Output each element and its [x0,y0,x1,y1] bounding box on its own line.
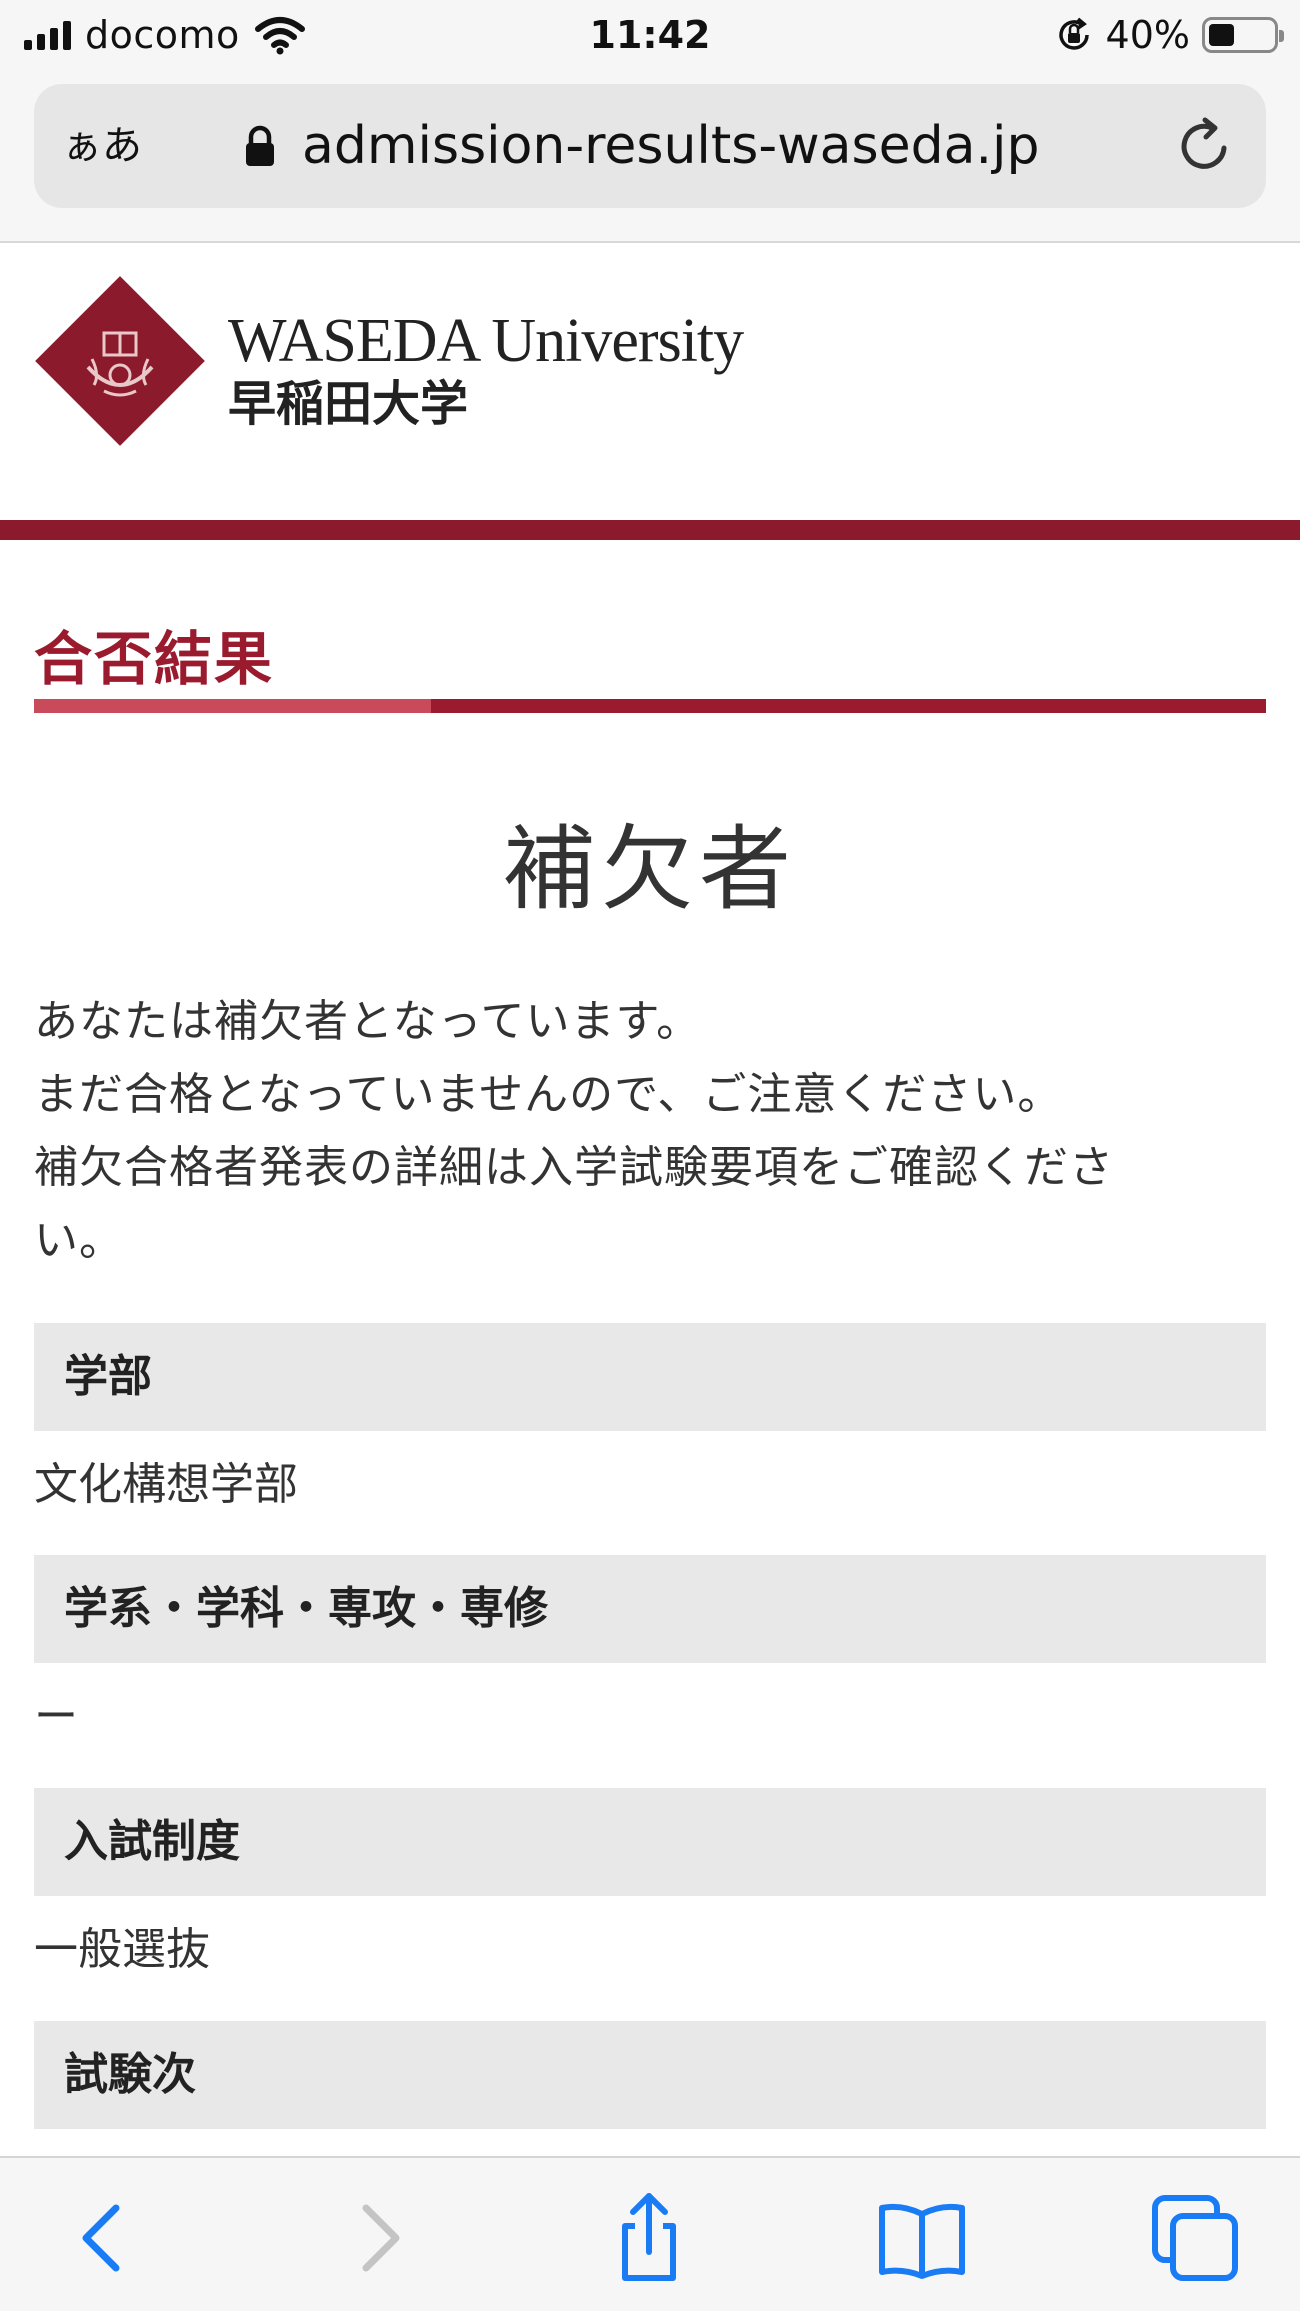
battery-icon [1202,17,1284,53]
waseda-emblem-icon[interactable] [34,275,206,447]
section-title-underline [34,699,1266,713]
lock-icon [246,125,274,166]
site-name-en: WASEDA University [228,307,744,375]
section-title: 合否結果 [34,625,275,693]
address-bar[interactable]: ぁあ admission-results-waseda.jp [34,84,1266,208]
message-line: い。 [34,1215,124,1266]
result-message: あなたは補欠者となっています。 まだ合格となっていませんので、ご注意ください。 … [34,985,1266,1277]
orientation-lock-icon [1058,17,1089,50]
bookmarks-icon[interactable] [872,2188,972,2288]
status-right: 40% [1054,10,1284,60]
screen: docomo 11:42 40% ぁあ admission-results-wa… [0,0,1300,2311]
header-divider [0,520,1300,540]
message-line: まだ合格となっていませんので、ご注意ください。 [34,1069,1063,1120]
back-icon[interactable] [52,2188,152,2288]
field-value-faculty: 文化構想学部 [34,1459,298,1510]
tabs-icon[interactable] [1145,2188,1245,2288]
field-label-department: 学系・学科・専攻・専修 [34,1555,1266,1663]
forward-icon[interactable] [330,2188,430,2288]
battery-percent: 40% [1105,13,1190,57]
url-display[interactable]: admission-results-waseda.jp [244,84,1039,208]
url-text: admission-results-waseda.jp [302,116,1040,176]
field-label-exam-round: 試験次 [34,2021,1266,2129]
result-status: 補欠者 [502,816,797,923]
site-name-ja: 早稲田大学 [228,376,469,432]
status-bar: docomo 11:42 40% [0,0,1300,70]
message-line: あなたは補欠者となっています。 [34,996,702,1047]
logo-text[interactable]: WASEDA University 早稲田大学 [228,307,744,433]
field-value-department: ー [34,1691,78,1742]
field-value-admission-system: 一般選抜 [34,1924,210,1975]
browser-bottom-toolbar [0,2156,1300,2311]
message-line: 補欠合格者発表の詳細は入学試験要項をご確認くださ [34,1142,1114,1193]
reload-icon[interactable] [1172,114,1236,178]
browser-top-chrome: docomo 11:42 40% ぁあ admission-results-wa… [0,0,1300,243]
field-label-faculty: 学部 [34,1323,1266,1431]
field-label-admission-system: 入試制度 [34,1788,1266,1896]
share-icon[interactable] [599,2188,699,2288]
battery-fill [1209,24,1234,46]
site-header: WASEDA University 早稲田大学 [0,245,1300,519]
text-size-button[interactable]: ぁあ [62,84,142,208]
